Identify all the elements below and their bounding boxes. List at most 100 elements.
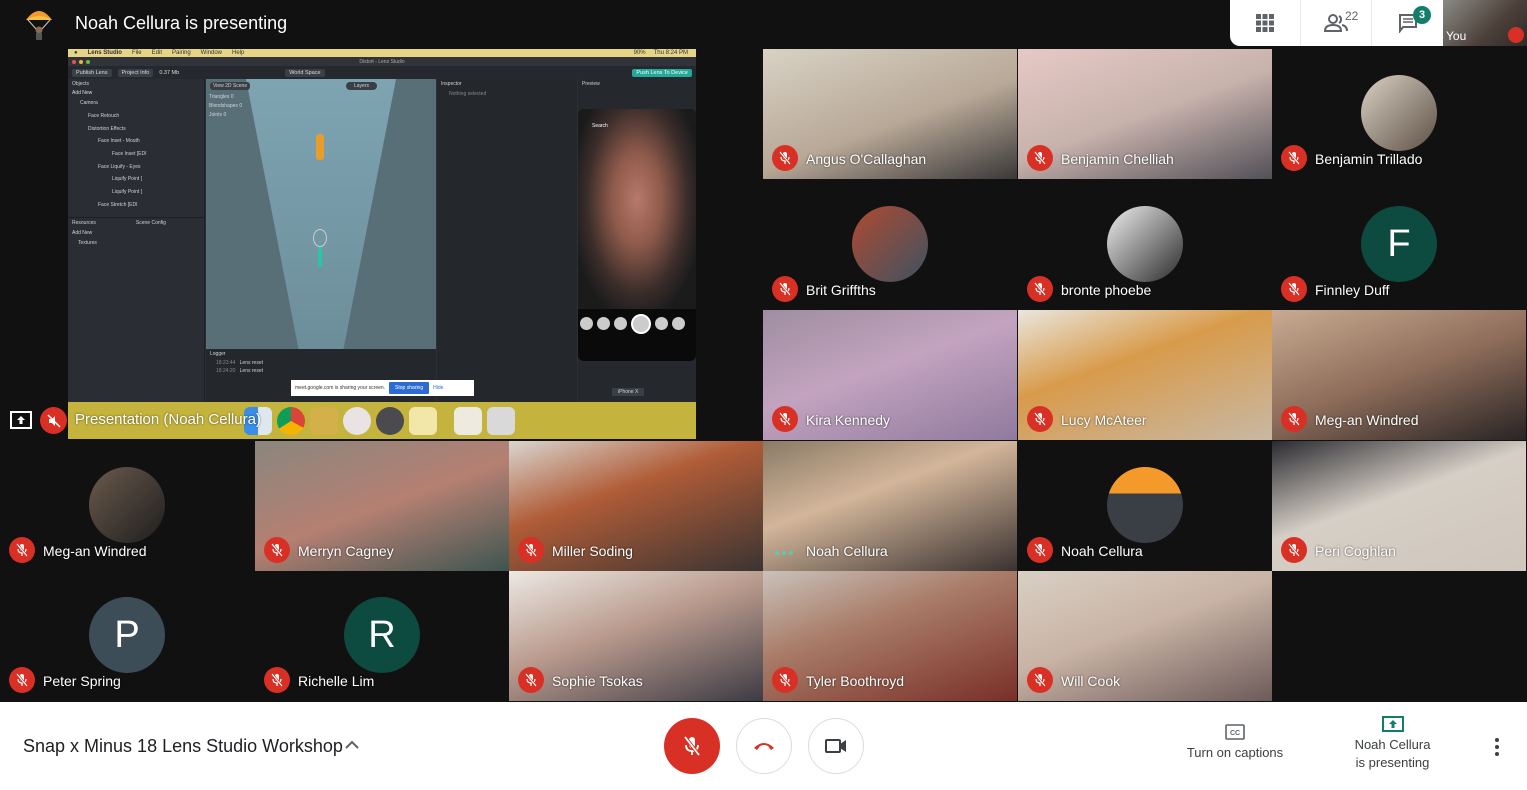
view-2d-scene-button: View 2D Scene — [210, 82, 251, 90]
mic-off-icon — [1281, 276, 1307, 302]
textures-folder: Textures — [78, 240, 97, 247]
participant-tile[interactable]: Benjamin Trillado — [1272, 49, 1526, 179]
participant-tile[interactable]: Noah Cellura — [763, 441, 1017, 571]
mac-menubar: ● Lens Studio File Edit Pairing Window H… — [68, 49, 696, 57]
logger-title: Logger — [210, 351, 226, 357]
participant-name: Noah Cellura — [1061, 543, 1143, 559]
participant-name: Sophie Tsokas — [552, 673, 643, 689]
participant-avatar — [1107, 467, 1183, 543]
tree-item: Camera — [80, 100, 98, 107]
participant-name: Merryn Cagney — [298, 543, 394, 559]
camera-toggle-button[interactable] — [808, 718, 864, 774]
apple-icon: ● — [74, 50, 78, 56]
layout-button[interactable] — [1230, 0, 1301, 46]
chevron-up-icon[interactable] — [345, 740, 359, 750]
leave-call-button[interactable] — [736, 718, 792, 774]
participant-tile[interactable]: Benjamin Chelliah — [1018, 49, 1272, 179]
mic-off-icon — [264, 537, 290, 563]
participant-tile[interactable]: Angus O'Callaghan — [763, 49, 1017, 179]
participant-name: Benjamin Chelliah — [1061, 151, 1174, 167]
device-select: iPhone X — [612, 388, 645, 396]
stat-row: Triangles 0 — [209, 94, 234, 100]
participant-name: Benjamin Trillado — [1315, 151, 1423, 167]
top-bar: Noah Cellura is presenting 22 3 You — [0, 0, 1527, 48]
add-new-button: Add New — [72, 90, 93, 96]
audio-muted-icon[interactable] — [40, 407, 67, 434]
scene-panel: View 2D Scene Layers Triangles 0 Blendsh… — [206, 79, 436, 349]
tree-item: Face Retouch — [88, 113, 120, 120]
menubar-item: Pairing — [171, 50, 191, 56]
svg-text:CC: CC — [1230, 730, 1240, 737]
window-title: Distort - Lens Studio — [359, 58, 405, 65]
lens-studio-window: Distort - Lens Studio Publish Lens Proje… — [68, 57, 696, 402]
participant-name: Meg-an Windred — [1315, 412, 1419, 428]
participant-tile[interactable]: bronte phoebe — [1018, 180, 1272, 310]
tree-item: Liquify Point [ — [112, 176, 143, 183]
self-view-tile[interactable]: You — [1443, 0, 1527, 46]
present-screen-icon[interactable] — [10, 411, 32, 429]
mic-off-icon — [1027, 276, 1053, 302]
top-controls: 22 3 — [1230, 0, 1443, 46]
participant-name: Will Cook — [1061, 673, 1121, 689]
mic-off-icon — [1281, 406, 1307, 432]
participant-tile[interactable]: R Richelle Lim — [255, 571, 509, 701]
screen-share-notice: meet.google.com is sharing your screen. … — [291, 380, 474, 396]
mic-off-icon — [518, 537, 544, 563]
mic-off-icon — [1027, 145, 1053, 171]
scene-config-tab: Scene Config — [135, 220, 166, 227]
head-mesh — [313, 229, 327, 247]
participant-name: Tyler Boothroyd — [806, 673, 905, 689]
chat-button[interactable]: 3 — [1372, 0, 1443, 46]
world-space-select: World Space — [285, 68, 325, 77]
mic-off-icon — [264, 667, 290, 693]
snap-search: Search — [592, 123, 608, 129]
presentation-status-button[interactable]: Noah Cellura is presenting — [1335, 716, 1450, 772]
stat-row: Blendshapes 0 — [209, 103, 243, 109]
camera-icon — [825, 739, 846, 753]
participant-tile[interactable]: Miller Soding — [509, 441, 763, 571]
captions-label: Turn on captions — [1186, 745, 1284, 760]
mic-off-icon — [772, 276, 798, 302]
menubar-clock: Thu 8:24 PM — [653, 50, 688, 56]
participant-tile[interactable]: Kira Kennedy — [763, 310, 1017, 440]
mic-off-icon — [772, 145, 798, 171]
publish-lens-button: Publish Lens — [72, 68, 112, 77]
stop-sharing-button: Stop sharing — [389, 382, 430, 394]
menubar-app: Lens Studio — [87, 50, 122, 56]
participant-tile[interactable]: Lucy McAteer — [1018, 310, 1272, 440]
participant-tile[interactable]: Noah Cellura — [1018, 441, 1272, 571]
participant-tile[interactable]: P Peter Spring — [0, 571, 254, 701]
microphone-toggle-button[interactable] — [664, 718, 720, 774]
participant-tile[interactable]: F Finnley Duff — [1272, 180, 1526, 310]
presentation-label: Presentation (Noah Cellura) — [75, 411, 261, 428]
participant-tile[interactable]: Brit Griffths — [763, 180, 1017, 310]
participant-name: Angus O'Callaghan — [806, 151, 927, 167]
mic-off-icon — [683, 735, 701, 757]
inspector-title: Inspector — [441, 81, 462, 87]
present-screen-icon — [1381, 716, 1404, 732]
presentation-tile[interactable]: ● Lens Studio File Edit Pairing Window H… — [0, 48, 763, 440]
more-options-button[interactable] — [1490, 738, 1504, 758]
participant-name: Finnley Duff — [1315, 282, 1390, 298]
tree-item: Liquify Point [ — [112, 189, 143, 196]
mic-off-icon — [772, 406, 798, 432]
participant-tile[interactable]: Tyler Boothroyd — [763, 571, 1017, 701]
speaking-indicator-icon — [775, 551, 793, 555]
participant-tile[interactable]: Sophie Tsokas — [509, 571, 763, 701]
meeting-title[interactable]: Snap x Minus 18 Lens Studio Workshop — [23, 736, 343, 757]
mic-off-icon — [772, 667, 798, 693]
participant-tile[interactable]: Peri Coghlan — [1272, 441, 1526, 571]
participant-tile[interactable]: Meg-an Windred — [0, 441, 254, 571]
participant-tile[interactable]: Will Cook — [1018, 571, 1272, 701]
participants-button[interactable]: 22 — [1301, 0, 1372, 46]
captions-button[interactable]: CC Turn on captions — [1175, 724, 1295, 762]
cc-icon: CC — [1225, 724, 1245, 740]
project-info-button: Project Info — [117, 68, 154, 77]
tree-item: Face Inset [EDI — [112, 151, 147, 158]
participant-tile[interactable]: Meg-an Windred — [1272, 310, 1526, 440]
tree-item: Face Inset - Mouth — [98, 138, 140, 145]
mic-off-icon — [1281, 537, 1307, 563]
mic-off-icon — [1027, 667, 1053, 693]
participant-tile[interactable]: Merryn Cagney — [255, 441, 509, 571]
participant-name: Peri Coghlan — [1315, 543, 1396, 559]
